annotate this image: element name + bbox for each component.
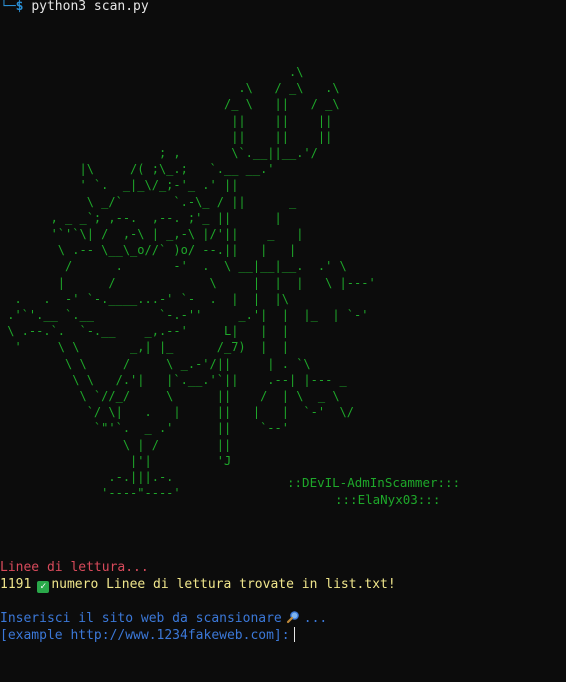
prompt-corner: └─ xyxy=(0,0,16,14)
input-prompt-text: Inserisci il sito web da scansionare xyxy=(0,611,282,626)
input-prompt-suffix: ... xyxy=(303,611,328,626)
terminal-window: └─$ python3 scan.py .\ .\ / _\ .\ /_ \ |… xyxy=(0,0,566,682)
url-example-hint: [example http://www.1234fakeweb.com]: xyxy=(0,628,290,643)
prompt-command: python3 scan.py xyxy=(31,0,149,14)
url-input-line[interactable]: [example http://www.1234fakeweb.com]: xyxy=(0,627,295,644)
check-mark-icon: ✓ xyxy=(37,581,50,593)
reading-status: Linee di lettura... xyxy=(0,560,149,575)
banner-author: :::ElaNyx03::: xyxy=(335,492,441,507)
devil-ascii-art: .\ .\ / _\ .\ /_ \ || / _\ || || || || |… xyxy=(7,65,376,501)
lines-count: 1191 xyxy=(0,577,32,592)
lines-found-text: numero Linee di lettura trovate in list.… xyxy=(51,577,396,592)
shell-prompt: └─$ python3 scan.py xyxy=(0,0,149,15)
lines-found-message: 1191 ✓ numero Linee di lettura trovate in … xyxy=(0,576,396,593)
prompt-symbol: $ xyxy=(15,0,24,14)
text-cursor[interactable] xyxy=(293,627,295,642)
banner-title: ::DEvIL-AdmInScammer::: xyxy=(287,475,461,490)
